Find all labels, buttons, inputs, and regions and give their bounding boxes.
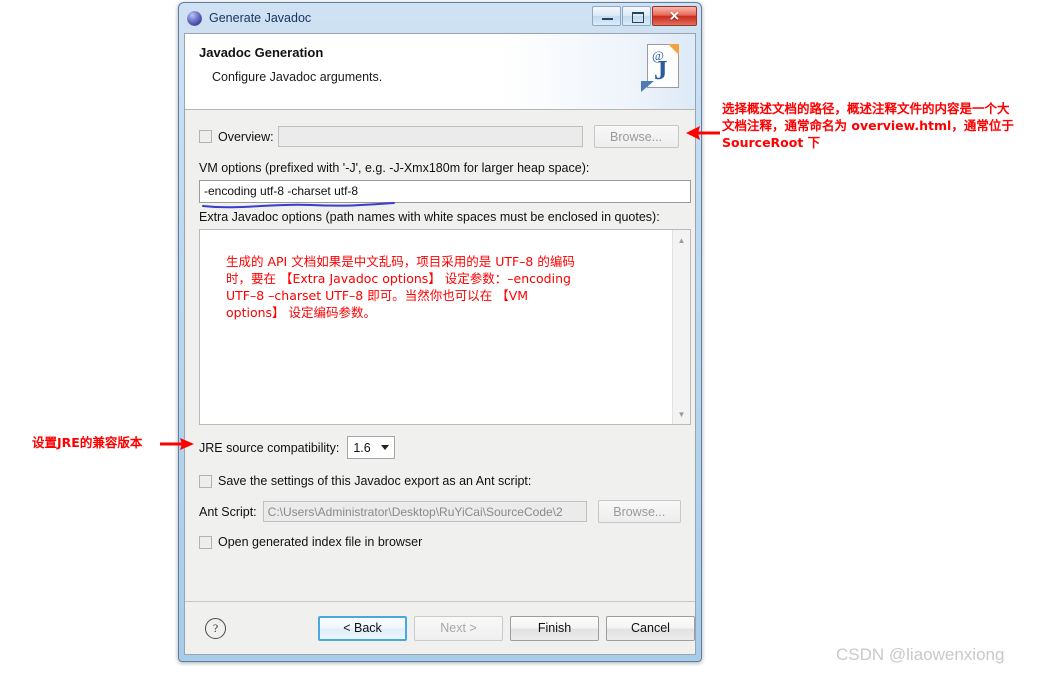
minimize-icon	[602, 18, 613, 20]
wizard-button-bar: < Back Next > Finish Cancel	[318, 615, 695, 641]
window-controls: ✕	[592, 6, 697, 26]
jre-compatibility-select[interactable]: 1.6	[347, 436, 396, 459]
cancel-button[interactable]: Cancel	[606, 615, 695, 641]
page-fold-icon	[668, 44, 679, 55]
scroll-up-icon[interactable]: ▲	[673, 232, 690, 248]
overview-row: Overview: Browse...	[199, 125, 681, 148]
jre-compatibility-row: JRE source compatibility: 1.6	[199, 436, 681, 459]
finish-button[interactable]: Finish	[510, 615, 599, 641]
vm-options-field-wrap: -encoding utf-8 -charset utf-8	[199, 180, 691, 209]
ant-script-browse-button[interactable]: Browse...	[597, 500, 681, 523]
jre-compatibility-label: JRE source compatibility:	[199, 440, 340, 455]
back-button[interactable]: < Back	[318, 615, 407, 641]
save-ant-script-checkbox[interactable]	[199, 474, 212, 488]
chevron-down-icon	[381, 445, 390, 450]
save-ant-script-row: Save the settings of this Javadoc export…	[199, 474, 681, 488]
extra-options-textarea[interactable]: 生成的 API 文档如果是中文乱码，项目采用的是 UTF–8 的编码 时，要在 …	[199, 229, 691, 425]
csdn-watermark: CSDN @liaowenxiong	[836, 645, 1005, 664]
dialog-footer: ? < Back Next > Finish Cancel	[185, 601, 695, 654]
open-index-row: Open generated index file in browser	[199, 535, 681, 549]
globe-icon	[187, 10, 202, 26]
java-j-icon: J	[654, 55, 668, 85]
close-icon: ✕	[669, 8, 680, 24]
vm-options-input[interactable]: -encoding utf-8 -charset utf-8	[199, 180, 691, 203]
close-button[interactable]: ✕	[652, 6, 697, 26]
ant-script-input[interactable]: C:\Users\Administrator\Desktop\RuYiCai\S…	[262, 501, 587, 522]
dialog-header: Javadoc Generation Configure Javadoc arg…	[185, 34, 695, 110]
save-ant-script-label: Save the settings of this Javadoc export…	[218, 474, 532, 488]
annotation-arrow-left	[160, 438, 194, 450]
page-title: Javadoc Generation	[199, 45, 324, 60]
dialog-content: Javadoc Generation Configure Javadoc arg…	[184, 33, 696, 655]
vm-options-label: VM options (prefixed with '-J', e.g. -J-…	[199, 161, 590, 175]
ant-script-label: Ant Script:	[199, 504, 257, 519]
overview-label: Overview:	[218, 129, 274, 144]
window-titlebar[interactable]: Generate Javadoc ✕	[179, 3, 701, 33]
open-index-label: Open generated index file in browser	[218, 535, 423, 549]
scroll-down-icon[interactable]: ▼	[673, 406, 690, 422]
extra-options-label: Extra Javadoc options (path names with w…	[199, 210, 660, 224]
annotation-jre-note: 设置JRE的兼容版本	[32, 435, 143, 450]
overview-browse-button[interactable]: Browse...	[593, 125, 679, 148]
blue-triangle-icon	[641, 81, 654, 92]
ant-script-row: Ant Script: C:\Users\Administrator\Deskt…	[199, 500, 681, 523]
annotation-arrow-right	[686, 126, 720, 140]
open-index-checkbox[interactable]	[199, 535, 212, 549]
overview-checkbox[interactable]	[199, 130, 212, 143]
minimize-button[interactable]	[592, 6, 621, 26]
help-icon[interactable]: ?	[205, 617, 226, 639]
extra-options-value: 生成的 API 文档如果是中文乱码，项目采用的是 UTF–8 的编码 时，要在 …	[226, 254, 575, 320]
annotation-overview-note: 选择概述文档的路径，概述注释文件的内容是一个大 文档注释，通常命名为 overv…	[722, 101, 1014, 150]
overview-input[interactable]	[277, 126, 583, 147]
dialog-body: Overview: Browse... VM options (prefixed…	[185, 111, 695, 602]
javadoc-page-icon: @ J	[641, 44, 679, 92]
window-title: Generate Javadoc	[209, 11, 312, 25]
generate-javadoc-dialog: Generate Javadoc ✕ Javadoc Generation Co…	[178, 2, 702, 662]
textarea-scrollbar[interactable]: ▲ ▼	[672, 230, 690, 424]
maximize-button[interactable]	[622, 6, 651, 26]
maximize-icon	[632, 12, 644, 23]
next-button[interactable]: Next >	[414, 615, 503, 641]
page-subtitle: Configure Javadoc arguments.	[212, 70, 383, 84]
jre-compatibility-value: 1.6	[353, 440, 371, 455]
